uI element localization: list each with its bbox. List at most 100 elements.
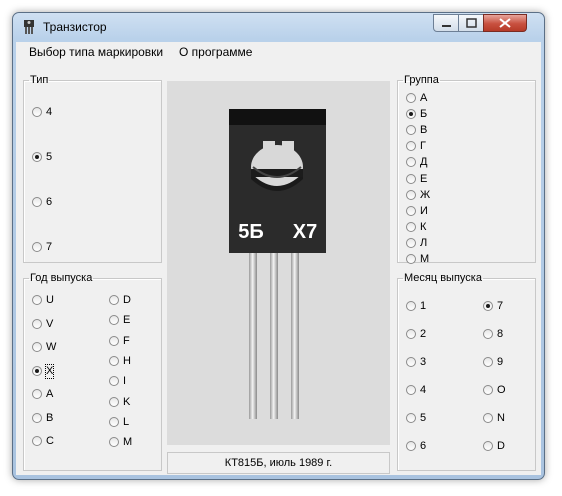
radio-button[interactable] bbox=[483, 301, 493, 311]
radio-label[interactable]: W bbox=[46, 341, 56, 354]
radio-label[interactable]: X bbox=[44, 363, 55, 379]
marking-right: X7 bbox=[293, 221, 317, 243]
radio-label[interactable]: U bbox=[46, 294, 54, 307]
title-bar[interactable]: Транзистор bbox=[13, 13, 544, 41]
radio-label[interactable]: N bbox=[497, 412, 505, 425]
radio-label[interactable]: 6 bbox=[46, 196, 52, 209]
radio-button[interactable] bbox=[406, 125, 416, 136]
radio-label[interactable]: C bbox=[46, 435, 54, 448]
radio-button[interactable] bbox=[109, 396, 119, 407]
radio-label[interactable]: 4 bbox=[46, 106, 52, 119]
radio-label[interactable]: 2 bbox=[420, 328, 426, 341]
radio-label[interactable]: I bbox=[123, 375, 126, 388]
radio-button[interactable] bbox=[406, 301, 416, 311]
radio-button[interactable] bbox=[32, 295, 42, 305]
radio-label[interactable]: M bbox=[123, 436, 132, 449]
radio-button[interactable] bbox=[32, 242, 42, 252]
radio-button[interactable] bbox=[32, 436, 42, 446]
radio-button[interactable] bbox=[32, 107, 42, 117]
radio-button[interactable] bbox=[483, 413, 493, 423]
radio-label[interactable]: Ж bbox=[420, 189, 430, 202]
radio-label[interactable]: Е bbox=[420, 173, 427, 186]
radio-label[interactable]: E bbox=[123, 314, 130, 327]
radio-button[interactable] bbox=[32, 412, 42, 423]
radio-label[interactable]: Б bbox=[420, 108, 427, 121]
radio-button[interactable] bbox=[109, 335, 119, 346]
transistor-icon bbox=[24, 20, 34, 34]
radio-button[interactable] bbox=[406, 157, 416, 168]
radio-label[interactable]: 8 bbox=[497, 328, 503, 341]
radio-button[interactable] bbox=[406, 441, 416, 451]
transistor-legs bbox=[249, 249, 299, 419]
radio-button[interactable] bbox=[406, 254, 416, 264]
radio-label[interactable]: 7 bbox=[497, 300, 503, 313]
radio-label[interactable]: 1 bbox=[420, 300, 426, 313]
radio-label[interactable]: H bbox=[123, 355, 131, 368]
radio-label[interactable]: D bbox=[123, 294, 131, 307]
radio-button[interactable] bbox=[483, 329, 493, 339]
radio-button[interactable] bbox=[32, 342, 42, 352]
radio-label[interactable]: A bbox=[46, 388, 53, 401]
radio-button[interactable] bbox=[406, 93, 416, 103]
radio-button[interactable] bbox=[406, 189, 416, 200]
radio-label[interactable]: И bbox=[420, 205, 428, 218]
radio-button[interactable] bbox=[406, 109, 416, 120]
radio-label[interactable]: O bbox=[497, 384, 506, 397]
radio-label[interactable]: 7 bbox=[46, 241, 52, 254]
radio-button[interactable] bbox=[406, 221, 416, 232]
radio-button[interactable] bbox=[483, 441, 493, 451]
radio-button[interactable] bbox=[406, 173, 416, 184]
radio-button[interactable] bbox=[109, 295, 119, 305]
radio-button[interactable] bbox=[109, 376, 119, 387]
radio-label[interactable]: К bbox=[420, 221, 426, 234]
radio-label[interactable]: 5 bbox=[46, 151, 52, 164]
radio-label[interactable]: Л bbox=[420, 237, 427, 250]
menu-marking-type[interactable]: Выбор типа маркировки bbox=[29, 45, 163, 59]
radio-label[interactable]: Г bbox=[420, 140, 426, 153]
radio-label[interactable]: F bbox=[123, 335, 130, 348]
radio-button[interactable] bbox=[109, 437, 119, 448]
radio-label[interactable]: 5 bbox=[420, 412, 426, 425]
radio-button[interactable] bbox=[109, 416, 119, 427]
year-group-legend: Год выпуска bbox=[30, 272, 93, 284]
maximize-button[interactable] bbox=[458, 14, 484, 32]
year-group: Год выпуска UVWXABC DEFHIKLM bbox=[23, 273, 162, 471]
radio-button[interactable] bbox=[406, 329, 416, 339]
radio-button[interactable] bbox=[406, 237, 416, 248]
type-group-legend: Тип bbox=[30, 74, 49, 86]
transistor-illustration: 5Б X7 bbox=[229, 109, 326, 419]
radio-button[interactable] bbox=[406, 205, 416, 216]
radio-button[interactable] bbox=[32, 152, 42, 162]
radio-label[interactable]: 6 bbox=[420, 440, 426, 453]
radio-label[interactable]: 9 bbox=[497, 356, 503, 369]
close-button[interactable] bbox=[483, 14, 527, 32]
radio-label[interactable]: А bbox=[420, 92, 427, 105]
radio-label[interactable]: Д bbox=[420, 156, 427, 169]
radio-label[interactable]: В bbox=[420, 124, 427, 137]
radio-button[interactable] bbox=[109, 355, 119, 366]
radio-button[interactable] bbox=[406, 357, 416, 367]
radio-label[interactable]: 3 bbox=[420, 356, 426, 369]
radio-button[interactable] bbox=[406, 385, 416, 395]
radio-button[interactable] bbox=[406, 141, 416, 152]
radio-button[interactable] bbox=[406, 413, 416, 423]
radio-button[interactable] bbox=[32, 365, 42, 376]
radio-button[interactable] bbox=[32, 389, 42, 399]
radio-label[interactable]: K bbox=[123, 396, 130, 409]
radio-button[interactable] bbox=[483, 385, 493, 395]
radio-label[interactable]: L bbox=[123, 416, 129, 429]
menu-about[interactable]: О программе bbox=[179, 45, 252, 59]
radio-label[interactable]: B bbox=[46, 412, 53, 425]
app-window: Транзистор Выбор типа маркировки О прогр… bbox=[12, 12, 545, 480]
radio-label[interactable]: 4 bbox=[420, 384, 426, 397]
status-label: КТ815Б, июль 1989 г. bbox=[167, 452, 390, 474]
radio-label[interactable]: М bbox=[420, 253, 429, 266]
radio-button[interactable] bbox=[483, 357, 493, 367]
radio-button[interactable] bbox=[109, 315, 119, 326]
radio-label[interactable]: V bbox=[46, 318, 53, 331]
radio-label[interactable]: D bbox=[497, 440, 505, 453]
minimize-button[interactable] bbox=[433, 14, 459, 32]
client-area: Тип 4567 Год выпуска UVWXABCDEFHIKLM 5Б … bbox=[16, 61, 541, 475]
radio-button[interactable] bbox=[32, 318, 42, 329]
radio-button[interactable] bbox=[32, 197, 42, 207]
